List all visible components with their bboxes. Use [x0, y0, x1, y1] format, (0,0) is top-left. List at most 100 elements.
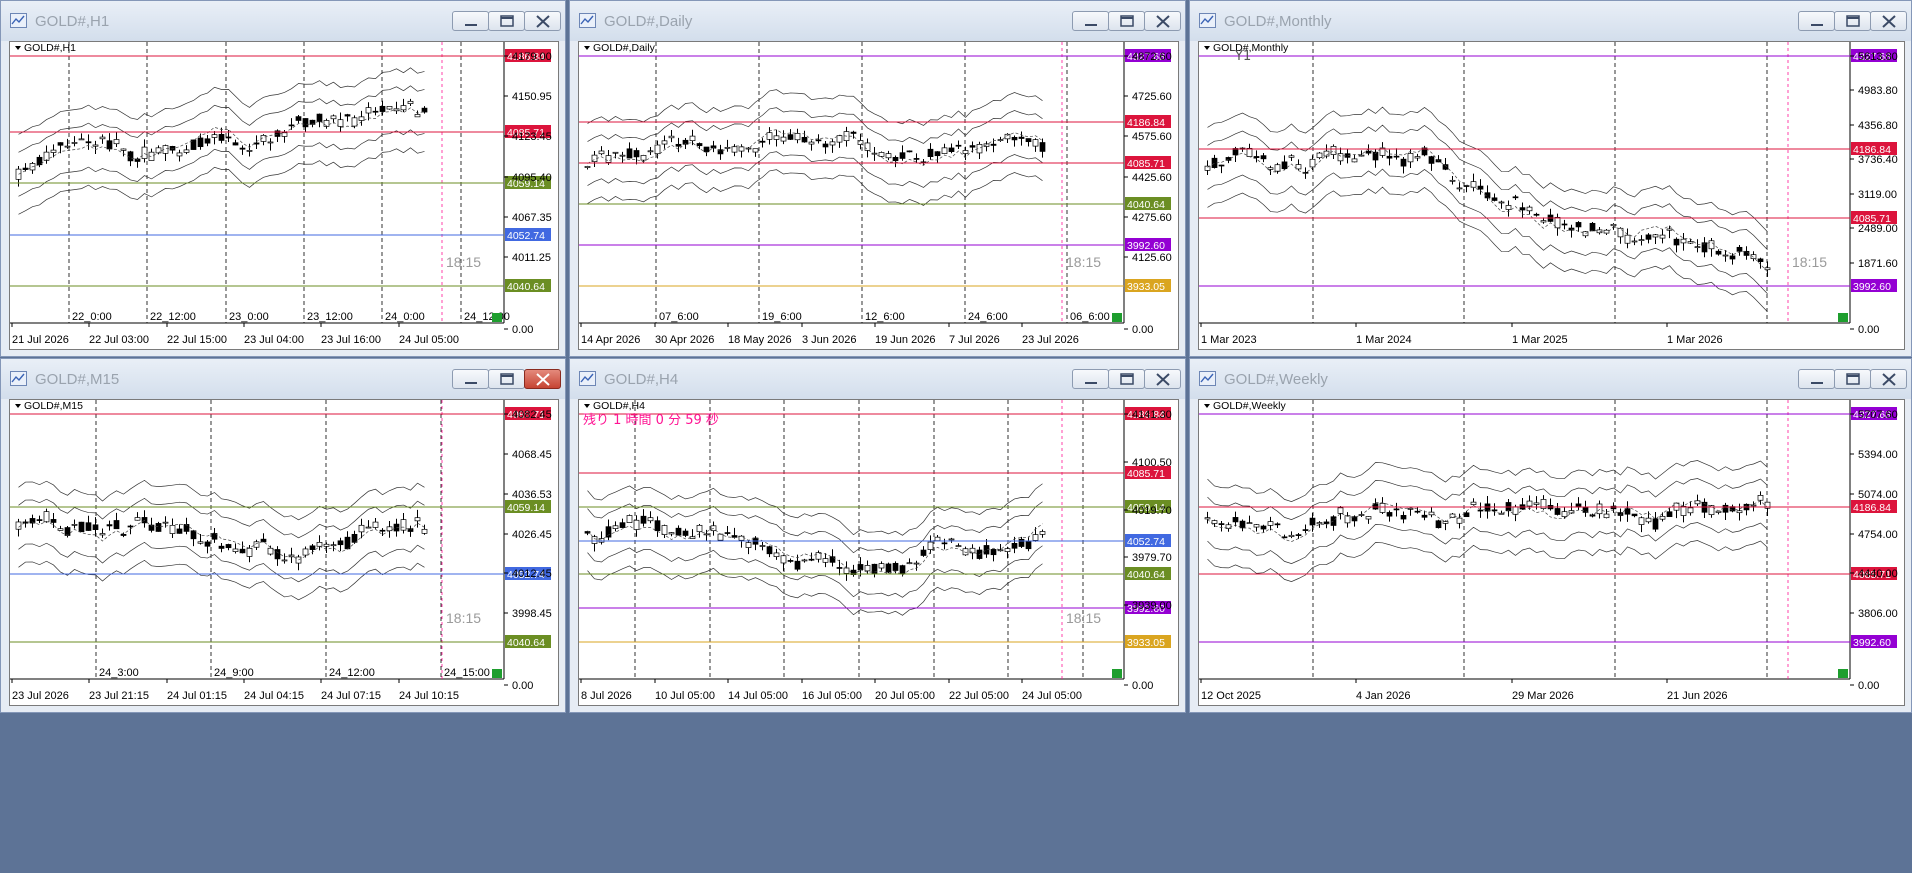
autoscroll-icon[interactable] — [1838, 313, 1848, 322]
maximize-button[interactable] — [1108, 369, 1145, 389]
session-label: 06_6:00 — [1070, 311, 1110, 323]
autoscroll-icon[interactable] — [1112, 313, 1122, 322]
candle-body — [836, 567, 843, 569]
minimize-button[interactable] — [452, 11, 489, 31]
candle-body — [92, 144, 99, 147]
chart-menu-icon[interactable] — [584, 404, 590, 408]
candle-body — [50, 519, 57, 523]
candle-body — [605, 526, 612, 538]
candle-body — [1260, 155, 1267, 160]
candle-body — [414, 114, 421, 118]
close-button[interactable] — [524, 369, 561, 389]
minimize-button[interactable] — [1072, 11, 1109, 31]
candle-body — [955, 144, 962, 147]
candle-body — [1428, 156, 1435, 164]
candle-body — [1386, 155, 1393, 159]
candle-body — [134, 517, 141, 521]
candle-body — [1589, 222, 1596, 232]
window-titlebar[interactable]: GOLD#,Weekly — [1190, 359, 1911, 399]
candle-body — [1470, 181, 1477, 188]
candle-body — [906, 562, 913, 565]
minimize-button[interactable] — [1798, 369, 1835, 389]
window-titlebar[interactable]: GOLD#,Daily — [570, 1, 1185, 41]
candle-body — [106, 140, 113, 150]
chart-menu-icon[interactable] — [15, 46, 21, 50]
chart-window-daily[interactable]: GOLD#,Daily 4327.68 4186.84 4085.71 4040.64 3… — [569, 0, 1186, 357]
candle-body — [344, 114, 351, 117]
y-axis-label: 4575.60 — [1132, 131, 1172, 143]
candle-body — [379, 105, 386, 112]
window-titlebar[interactable]: GOLD#,H4 — [570, 359, 1185, 399]
x-axis-label: 24 Jul 01:15 — [167, 690, 227, 702]
autoscroll-icon[interactable] — [1838, 669, 1848, 678]
candle-body — [1330, 146, 1337, 155]
price-chart[interactable]: 4327.68 4186.84 4085.71 4040.64 3992.60 3933.… — [578, 41, 1179, 350]
close-button[interactable] — [1144, 369, 1181, 389]
close-button[interactable] — [524, 11, 561, 31]
chart-window-monthly[interactable]: GOLD#,Monthly 4327.68 4186.84 4085.71 3992.6… — [1189, 0, 1912, 357]
chart-window-m15[interactable]: GOLD#,M15 4085.71 4059.14 4052.74 4040.64 408… — [0, 358, 566, 713]
price-chart[interactable]: 4327.68 4186.84 4085.71 3992.60 5707.60 5394.… — [1198, 399, 1905, 706]
minimize-icon — [1811, 382, 1823, 384]
bollinger-band-line — [18, 559, 425, 601]
bar-countdown-text: 残り 1 時間 0 分 59 秒 — [583, 413, 719, 428]
autoscroll-icon[interactable] — [492, 313, 502, 322]
maximize-icon — [500, 15, 514, 27]
candle-body — [626, 515, 633, 523]
window-titlebar[interactable]: GOLD#,H1 — [1, 1, 565, 41]
price-chart[interactable]: 4085.71 4059.14 4052.74 4040.64 4082.45 4068.… — [9, 399, 559, 706]
maximize-button[interactable] — [1108, 11, 1145, 31]
candle-body — [218, 134, 225, 141]
candle-body — [717, 533, 724, 541]
candle-body — [1652, 234, 1659, 238]
candle-body — [1463, 512, 1470, 518]
candle-body — [661, 140, 668, 145]
candle-body — [365, 107, 372, 114]
price-level-tag-text: 3933.05 — [1127, 637, 1165, 649]
maximize-button[interactable] — [1834, 11, 1871, 31]
candle-body — [591, 536, 598, 544]
chart-symbol-label: GOLD#,H4 — [593, 400, 645, 412]
candle-body — [1032, 139, 1039, 147]
chart-menu-icon[interactable] — [1204, 46, 1210, 50]
candle-body — [675, 527, 682, 536]
close-button[interactable] — [1144, 11, 1181, 31]
minimize-button[interactable] — [452, 369, 489, 389]
candle-body — [934, 536, 941, 541]
maximize-button[interactable] — [1834, 369, 1871, 389]
candle-body — [1624, 234, 1631, 244]
close-button[interactable] — [1870, 11, 1907, 31]
window-titlebar[interactable]: GOLD#,M15 — [1, 359, 565, 399]
chart-menu-icon[interactable] — [1204, 404, 1210, 408]
autoscroll-icon[interactable] — [1112, 669, 1122, 678]
candle-body — [801, 559, 808, 562]
y-axis-label: 4100.50 — [1132, 457, 1172, 469]
candle-body — [1246, 522, 1253, 525]
y-axis-label: 4425.60 — [1132, 172, 1172, 184]
x-axis-label: 14 Apr 2026 — [581, 334, 640, 346]
candle-body — [1351, 158, 1358, 163]
maximize-button[interactable] — [488, 11, 525, 31]
chart-menu-icon[interactable] — [584, 46, 590, 50]
candle-body — [948, 538, 955, 541]
candle-body — [640, 515, 647, 524]
price-chart[interactable]: 4186.84 4085.71 4059.14 4052.74 4040.64 4179.… — [9, 41, 559, 350]
chart-symbol-label: GOLD#,M15 — [24, 400, 83, 412]
candle-body — [759, 140, 766, 143]
autoscroll-icon[interactable] — [492, 669, 502, 678]
chart-window-h4[interactable]: GOLD#,H4 4186.84 4085.71 4059.14 4052.74 4040… — [569, 358, 1186, 713]
candle-body — [141, 146, 148, 159]
close-button[interactable] — [1870, 369, 1907, 389]
x-axis-label: 8 Jul 2026 — [581, 690, 632, 702]
candle-body — [864, 565, 871, 572]
window-titlebar[interactable]: GOLD#,Monthly — [1190, 1, 1911, 41]
chart-menu-icon[interactable] — [15, 404, 21, 408]
price-chart[interactable]: 4186.84 4085.71 4059.14 4052.74 4040.64 3992.… — [578, 399, 1179, 706]
price-chart[interactable]: 4327.68 4186.84 4085.71 3992.60 5613.80 4983.… — [1198, 41, 1905, 350]
maximize-button[interactable] — [488, 369, 525, 389]
minimize-button[interactable] — [1798, 11, 1835, 31]
minimize-button[interactable] — [1072, 369, 1109, 389]
chart-window-h1[interactable]: GOLD#,H1 4186.84 4085.71 4059.14 4052.74 4040… — [0, 0, 566, 357]
candle-countdown: 18:15 — [446, 254, 481, 270]
chart-window-weekly[interactable]: GOLD#,Weekly 4327.68 4186.84 4085.71 3992.60… — [1189, 358, 1912, 713]
